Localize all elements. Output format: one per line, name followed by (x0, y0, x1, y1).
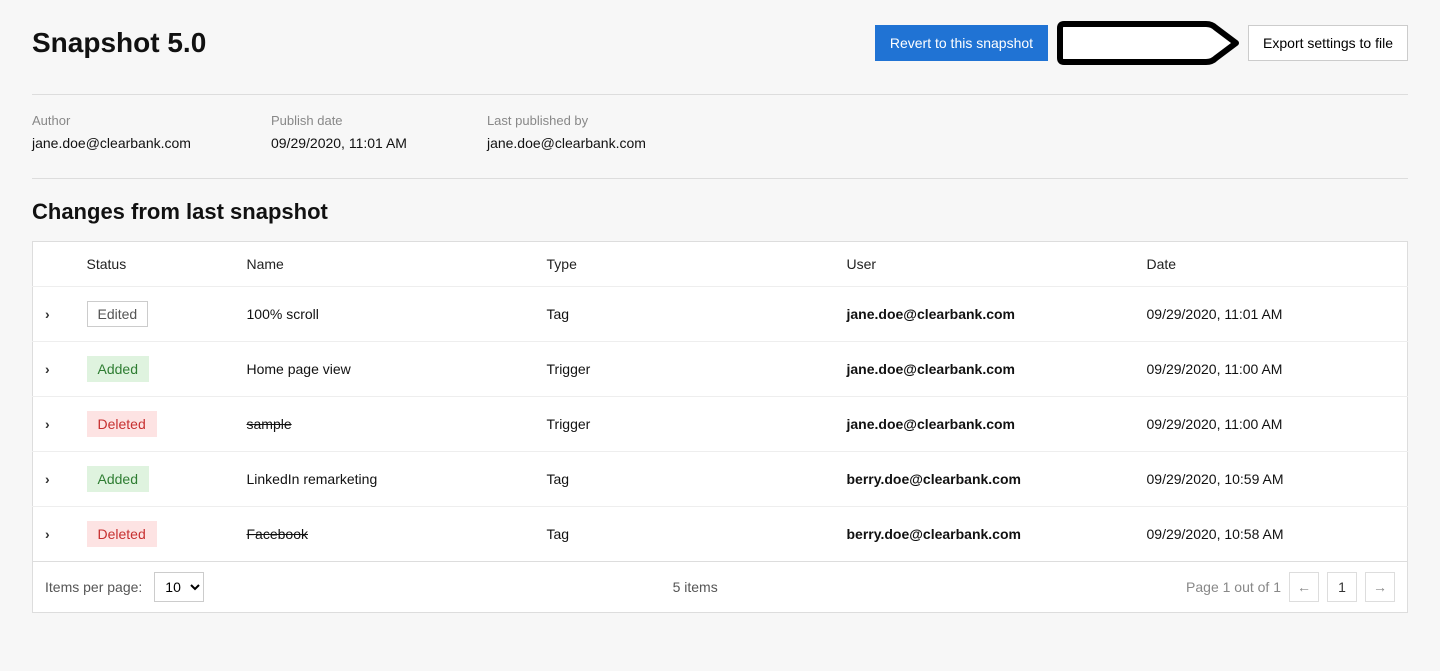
row-user: berry.doe@clearbank.com (835, 451, 1135, 506)
header-actions: Revert to this snapshot Export settings … (875, 20, 1408, 66)
row-name: Home page view (247, 361, 351, 377)
column-header-status[interactable]: Status (75, 241, 235, 286)
section-title: Changes from last snapshot (32, 199, 1408, 225)
author-label: Author (32, 113, 191, 128)
current-page: 1 (1327, 572, 1357, 602)
row-date: 09/29/2020, 10:59 AM (1135, 451, 1408, 506)
page-title: Snapshot 5.0 (32, 27, 206, 59)
table-row: › Deleted sample Triggerjane.doe@clearbank.… (33, 396, 1408, 451)
publish-date-value: 09/29/2020, 11:01 AM (271, 134, 407, 154)
column-header-date[interactable]: Date (1135, 241, 1408, 286)
next-page-button[interactable]: → (1365, 572, 1395, 602)
row-user: jane.doe@clearbank.com (835, 341, 1135, 396)
callout-annotation (1056, 20, 1240, 66)
row-type: Trigger (535, 341, 835, 396)
table-row: › Edited 100% scroll Tagjane.doe@clearbank.… (33, 286, 1408, 341)
last-published-by-label: Last published by (487, 113, 646, 128)
prev-page-button[interactable]: ← (1289, 572, 1319, 602)
status-badge: Deleted (87, 521, 157, 547)
revert-button[interactable]: Revert to this snapshot (875, 25, 1048, 61)
meta-row: Author jane.doe@clearbank.com Publish da… (32, 95, 1408, 178)
publish-date-label: Publish date (271, 113, 407, 128)
last-published-by-value: jane.doe@clearbank.com (487, 134, 646, 154)
table-row: › Added LinkedIn remarketing Tagberry.doe@c… (33, 451, 1408, 506)
chevron-right-icon[interactable]: › (45, 526, 50, 542)
items-per-page-label: Items per page: (45, 579, 142, 595)
chevron-right-icon[interactable]: › (45, 416, 50, 432)
row-user: jane.doe@clearbank.com (835, 396, 1135, 451)
table-row: › Added Home page view Triggerjane.doe@clea… (33, 341, 1408, 396)
status-badge: Added (87, 356, 149, 382)
row-name: LinkedIn remarketing (247, 471, 378, 487)
items-per-page-select[interactable]: 10 (154, 572, 204, 602)
row-user: berry.doe@clearbank.com (835, 506, 1135, 561)
export-button[interactable]: Export settings to file (1248, 25, 1408, 61)
column-header-user[interactable]: User (835, 241, 1135, 286)
table-footer: Items per page: 10 5 items Page 1 out of… (32, 562, 1408, 613)
row-name: sample (247, 416, 292, 432)
column-header-name[interactable]: Name (235, 241, 535, 286)
total-items: 5 items (204, 579, 1186, 595)
author-value: jane.doe@clearbank.com (32, 134, 191, 154)
row-type: Tag (535, 451, 835, 506)
row-date: 09/29/2020, 10:58 AM (1135, 506, 1408, 561)
changes-table: Status Name Type User Date › Edited 100% s… (32, 241, 1408, 562)
column-header-type[interactable]: Type (535, 241, 835, 286)
row-name: 100% scroll (247, 306, 319, 322)
row-type: Trigger (535, 396, 835, 451)
table-row: › Deleted Facebook Tagberry.doe@clearbank.c… (33, 506, 1408, 561)
arrow-left-icon: ← (1297, 579, 1311, 595)
page-label: Page 1 out of 1 (1186, 579, 1281, 595)
row-name: Facebook (247, 526, 308, 542)
row-type: Tag (535, 506, 835, 561)
row-date: 09/29/2020, 11:01 AM (1135, 286, 1408, 341)
status-badge: Added (87, 466, 149, 492)
chevron-right-icon[interactable]: › (45, 471, 50, 487)
row-type: Tag (535, 286, 835, 341)
divider (32, 178, 1408, 179)
status-badge: Edited (87, 301, 149, 327)
row-user: jane.doe@clearbank.com (835, 286, 1135, 341)
arrow-right-icon: → (1373, 579, 1387, 595)
row-date: 09/29/2020, 11:00 AM (1135, 396, 1408, 451)
chevron-right-icon[interactable]: › (45, 361, 50, 377)
status-badge: Deleted (87, 411, 157, 437)
chevron-right-icon[interactable]: › (45, 306, 50, 322)
row-date: 09/29/2020, 11:00 AM (1135, 341, 1408, 396)
